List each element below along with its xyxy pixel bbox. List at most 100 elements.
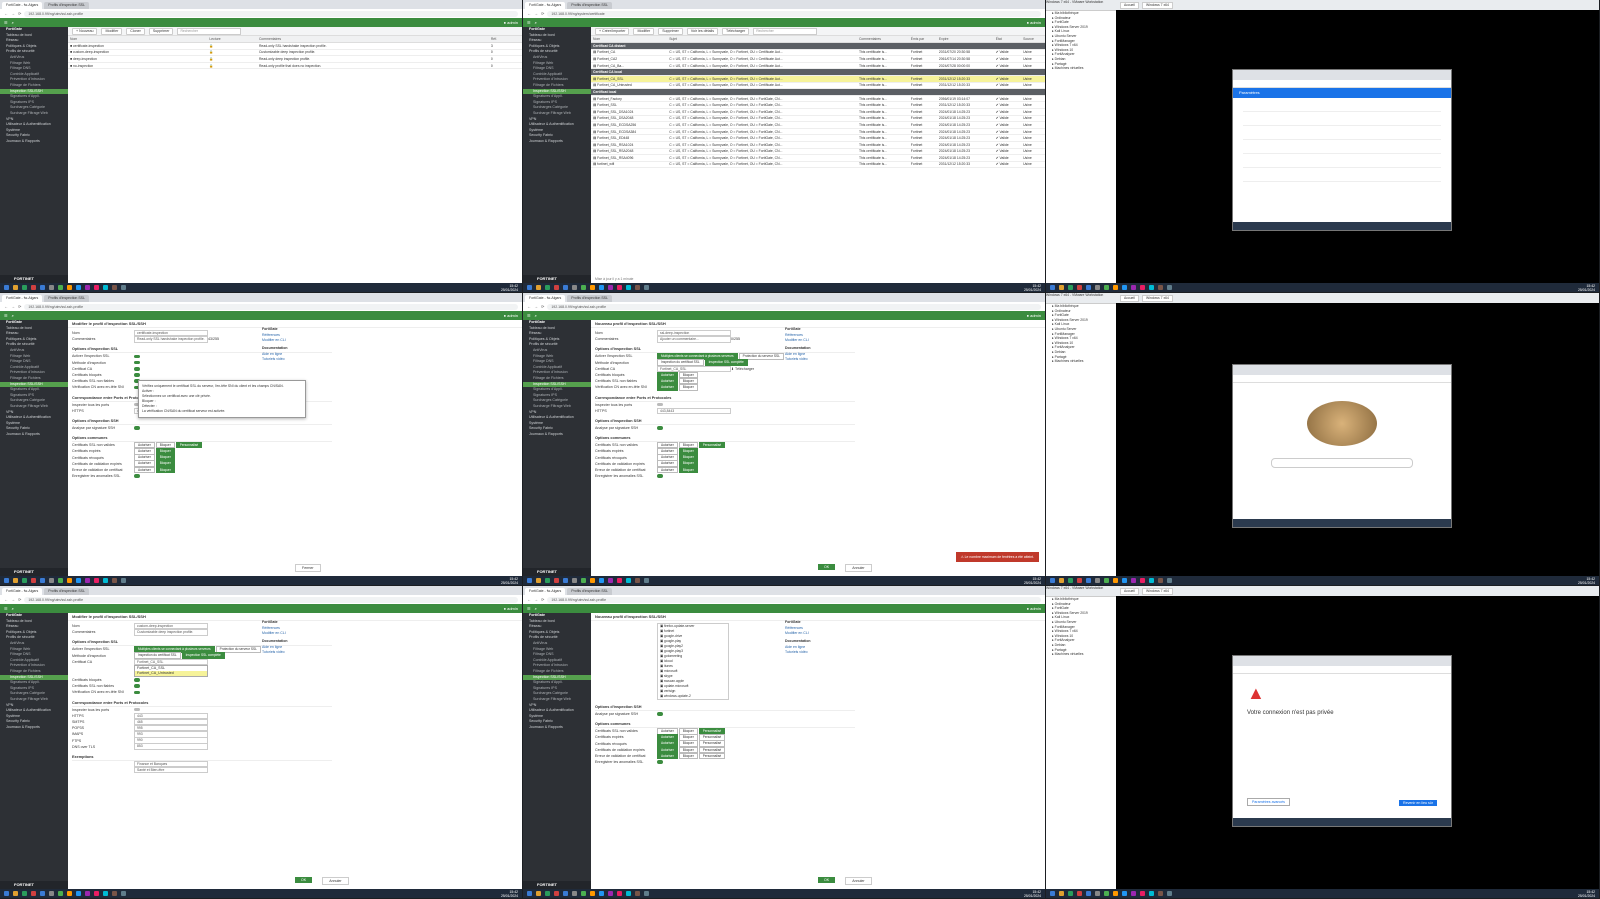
nav-icon[interactable]: →: [11, 304, 15, 309]
toolbar-button[interactable]: + Créer/Importer: [595, 27, 630, 35]
taskbar-app-icon[interactable]: [58, 891, 63, 896]
advanced-button[interactable]: Paramètres avancés: [1247, 798, 1290, 806]
taskbar-app-icon[interactable]: [1131, 578, 1136, 583]
nav-icon[interactable]: ←: [4, 597, 8, 602]
doodle-image[interactable]: [1307, 401, 1377, 446]
table-row[interactable]: ■ custom-deep-inspection 🔒 Customizable de…: [68, 49, 522, 57]
download-link[interactable]: ⬇ Télécharger: [731, 367, 754, 371]
info-link[interactable]: Modifier en CLI: [262, 338, 342, 343]
taskbar-app-icon[interactable]: [1059, 891, 1064, 896]
nav-icon[interactable]: →: [11, 597, 15, 602]
taskbar-app-icon[interactable]: [1167, 578, 1172, 583]
menu-icon[interactable]: ☰: [527, 313, 531, 318]
browser-tab[interactable]: Profils d'inspection SSL: [567, 2, 612, 9]
taskbar-app-icon[interactable]: [40, 285, 45, 290]
comments-field[interactable]: Read-only SSL handshake inspection profi…: [134, 336, 208, 343]
info-link[interactable]: Modifier en CLI: [262, 631, 342, 636]
taskbar-app-icon[interactable]: [85, 285, 90, 290]
vm-tree-item[interactable]: ▸ Machines virtuelles: [1046, 359, 1116, 364]
taskbar-app-icon[interactable]: [1050, 891, 1055, 896]
nav-icon[interactable]: ⟳: [541, 597, 544, 602]
taskbar-app-icon[interactable]: [1095, 891, 1100, 896]
table-row[interactable]: ▤ Fortinet_CA_Untrusted C = US, ST = Cali…: [591, 82, 1045, 90]
url-input[interactable]: 192.168.0.99/ng/utm/ssl-ssh-profile: [24, 303, 518, 310]
ok-button[interactable]: OK: [818, 877, 836, 883]
toolbar-button[interactable]: Modifier: [633, 27, 655, 35]
taskbar-app-icon[interactable]: [58, 578, 63, 583]
toggle[interactable]: [134, 678, 140, 682]
table-row[interactable]: ▤ Fortinet_SSL_DSA1024 C = US, ST = Calif…: [591, 108, 1045, 116]
table-row[interactable]: ▤ Fortinet_CA_Ba... C = US, ST = Californ…: [591, 62, 1045, 70]
taskbar-app-icon[interactable]: [635, 285, 640, 290]
taskbar-app-icon[interactable]: [1104, 891, 1109, 896]
option-pill[interactable]: Personnalisé: [175, 441, 203, 449]
taskbar-app-icon[interactable]: [527, 285, 532, 290]
ok-button[interactable]: OK: [818, 564, 836, 570]
doc-link[interactable]: Tutoriels vidéo: [262, 357, 342, 362]
taskbar-app-icon[interactable]: [554, 285, 559, 290]
guest-browser-settings[interactable]: Paramètres: [1233, 70, 1451, 230]
table-row[interactable]: ▤ Fortinet_SSL_ED448 C = US, ST = Califor…: [591, 134, 1045, 142]
taskbar-app-icon[interactable]: [1050, 578, 1055, 583]
taskbar-app-icon[interactable]: [581, 578, 586, 583]
taskbar-app-icon[interactable]: [644, 285, 649, 290]
cancel-button[interactable]: Annuler: [845, 877, 872, 885]
doc-link[interactable]: Tutoriels vidéo: [785, 650, 865, 655]
taskbar-app-icon[interactable]: [563, 285, 568, 290]
toggle[interactable]: [134, 707, 140, 712]
toggle[interactable]: [134, 426, 140, 430]
taskbar-app-icon[interactable]: [1059, 578, 1064, 583]
taskbar-app-icon[interactable]: [554, 578, 559, 583]
taskbar-app-icon[interactable]: [1086, 285, 1091, 290]
menu-icon[interactable]: ☰: [527, 606, 531, 611]
group-row[interactable]: Certificat CA distant: [591, 42, 1045, 50]
taskbar-app-icon[interactable]: [1086, 891, 1091, 896]
url-input[interactable]: 192.168.0.99/ng/utm/ssl-ssh-profile: [547, 596, 1041, 603]
taskbar-app-icon[interactable]: [85, 891, 90, 896]
taskbar-app-icon[interactable]: [536, 285, 541, 290]
table-row[interactable]: ▤ Fortinet_CA2 C = US, ST = California, L…: [591, 55, 1045, 63]
taskbar-app-icon[interactable]: [545, 891, 550, 896]
taskbar-app-icon[interactable]: [49, 891, 54, 896]
taskbar-app-icon[interactable]: [1122, 285, 1127, 290]
taskbar-app-icon[interactable]: [581, 285, 586, 290]
toggle[interactable]: [134, 354, 140, 359]
nav-icon[interactable]: ←: [527, 11, 531, 16]
taskbar-app-icon[interactable]: [76, 891, 81, 896]
table-row[interactable]: ▤ Fortinet_CA_SSL C = US, ST = California…: [591, 75, 1045, 83]
table-row[interactable]: ▤ fortinet_wifi C = US, ST = California, …: [591, 161, 1045, 169]
sidebar-item[interactable]: Journaux & Rapports: [0, 432, 68, 438]
table-row[interactable]: ■ no-inspection 🔒 Read-only profile that d…: [68, 62, 522, 70]
browser-tab[interactable]: Profils d'inspection SSL: [44, 295, 89, 302]
option-pill[interactable]: Bloquer: [678, 752, 698, 760]
taskbar-app-icon[interactable]: [40, 578, 45, 583]
menu-icon[interactable]: ☰: [4, 20, 8, 25]
taskbar-app-icon[interactable]: [1158, 285, 1163, 290]
table-row[interactable]: ▤ Fortinet_SSL_DSA2048 C = US, ST = Calif…: [591, 115, 1045, 123]
taskbar-app-icon[interactable]: [1140, 891, 1145, 896]
table-row[interactable]: ▤ Fortinet_Factory C = US, ST = Californi…: [591, 95, 1045, 103]
taskbar-app-icon[interactable]: [626, 891, 631, 896]
user-menu[interactable]: ● admin: [1027, 606, 1041, 611]
nav-icon[interactable]: ←: [527, 304, 531, 309]
taskbar-app-icon[interactable]: [112, 578, 117, 583]
taskbar-app-icon[interactable]: [545, 578, 550, 583]
nav-icon[interactable]: →: [534, 11, 538, 16]
settings-row[interactable]: [1243, 101, 1441, 112]
browser-tab[interactable]: Profils d'inspection SSL: [44, 588, 89, 595]
toolbar-button[interactable]: Supprimer: [148, 27, 174, 35]
url-input[interactable]: 192.168.0.99/ng/utm/ssl-ssh-profile: [24, 10, 518, 17]
taskbar-app-icon[interactable]: [1149, 578, 1154, 583]
taskbar-app-icon[interactable]: [572, 891, 577, 896]
taskbar-app-icon[interactable]: [58, 285, 63, 290]
comments-field[interactable]: Ajouter un commentaire...: [657, 336, 731, 343]
toolbar-button[interactable]: Modifier: [101, 27, 123, 35]
user-menu[interactable]: ● admin: [504, 20, 518, 25]
taskbar-app-icon[interactable]: [1149, 891, 1154, 896]
menu-icon[interactable]: ☰: [4, 606, 8, 611]
https-port-input[interactable]: 443,8443: [657, 407, 731, 415]
taskbar-app-icon[interactable]: [1059, 285, 1064, 290]
taskbar-app-icon[interactable]: [22, 578, 27, 583]
vm-tab[interactable]: Windows 7 x64: [1141, 587, 1173, 595]
taskbar-app-icon[interactable]: [67, 891, 72, 896]
